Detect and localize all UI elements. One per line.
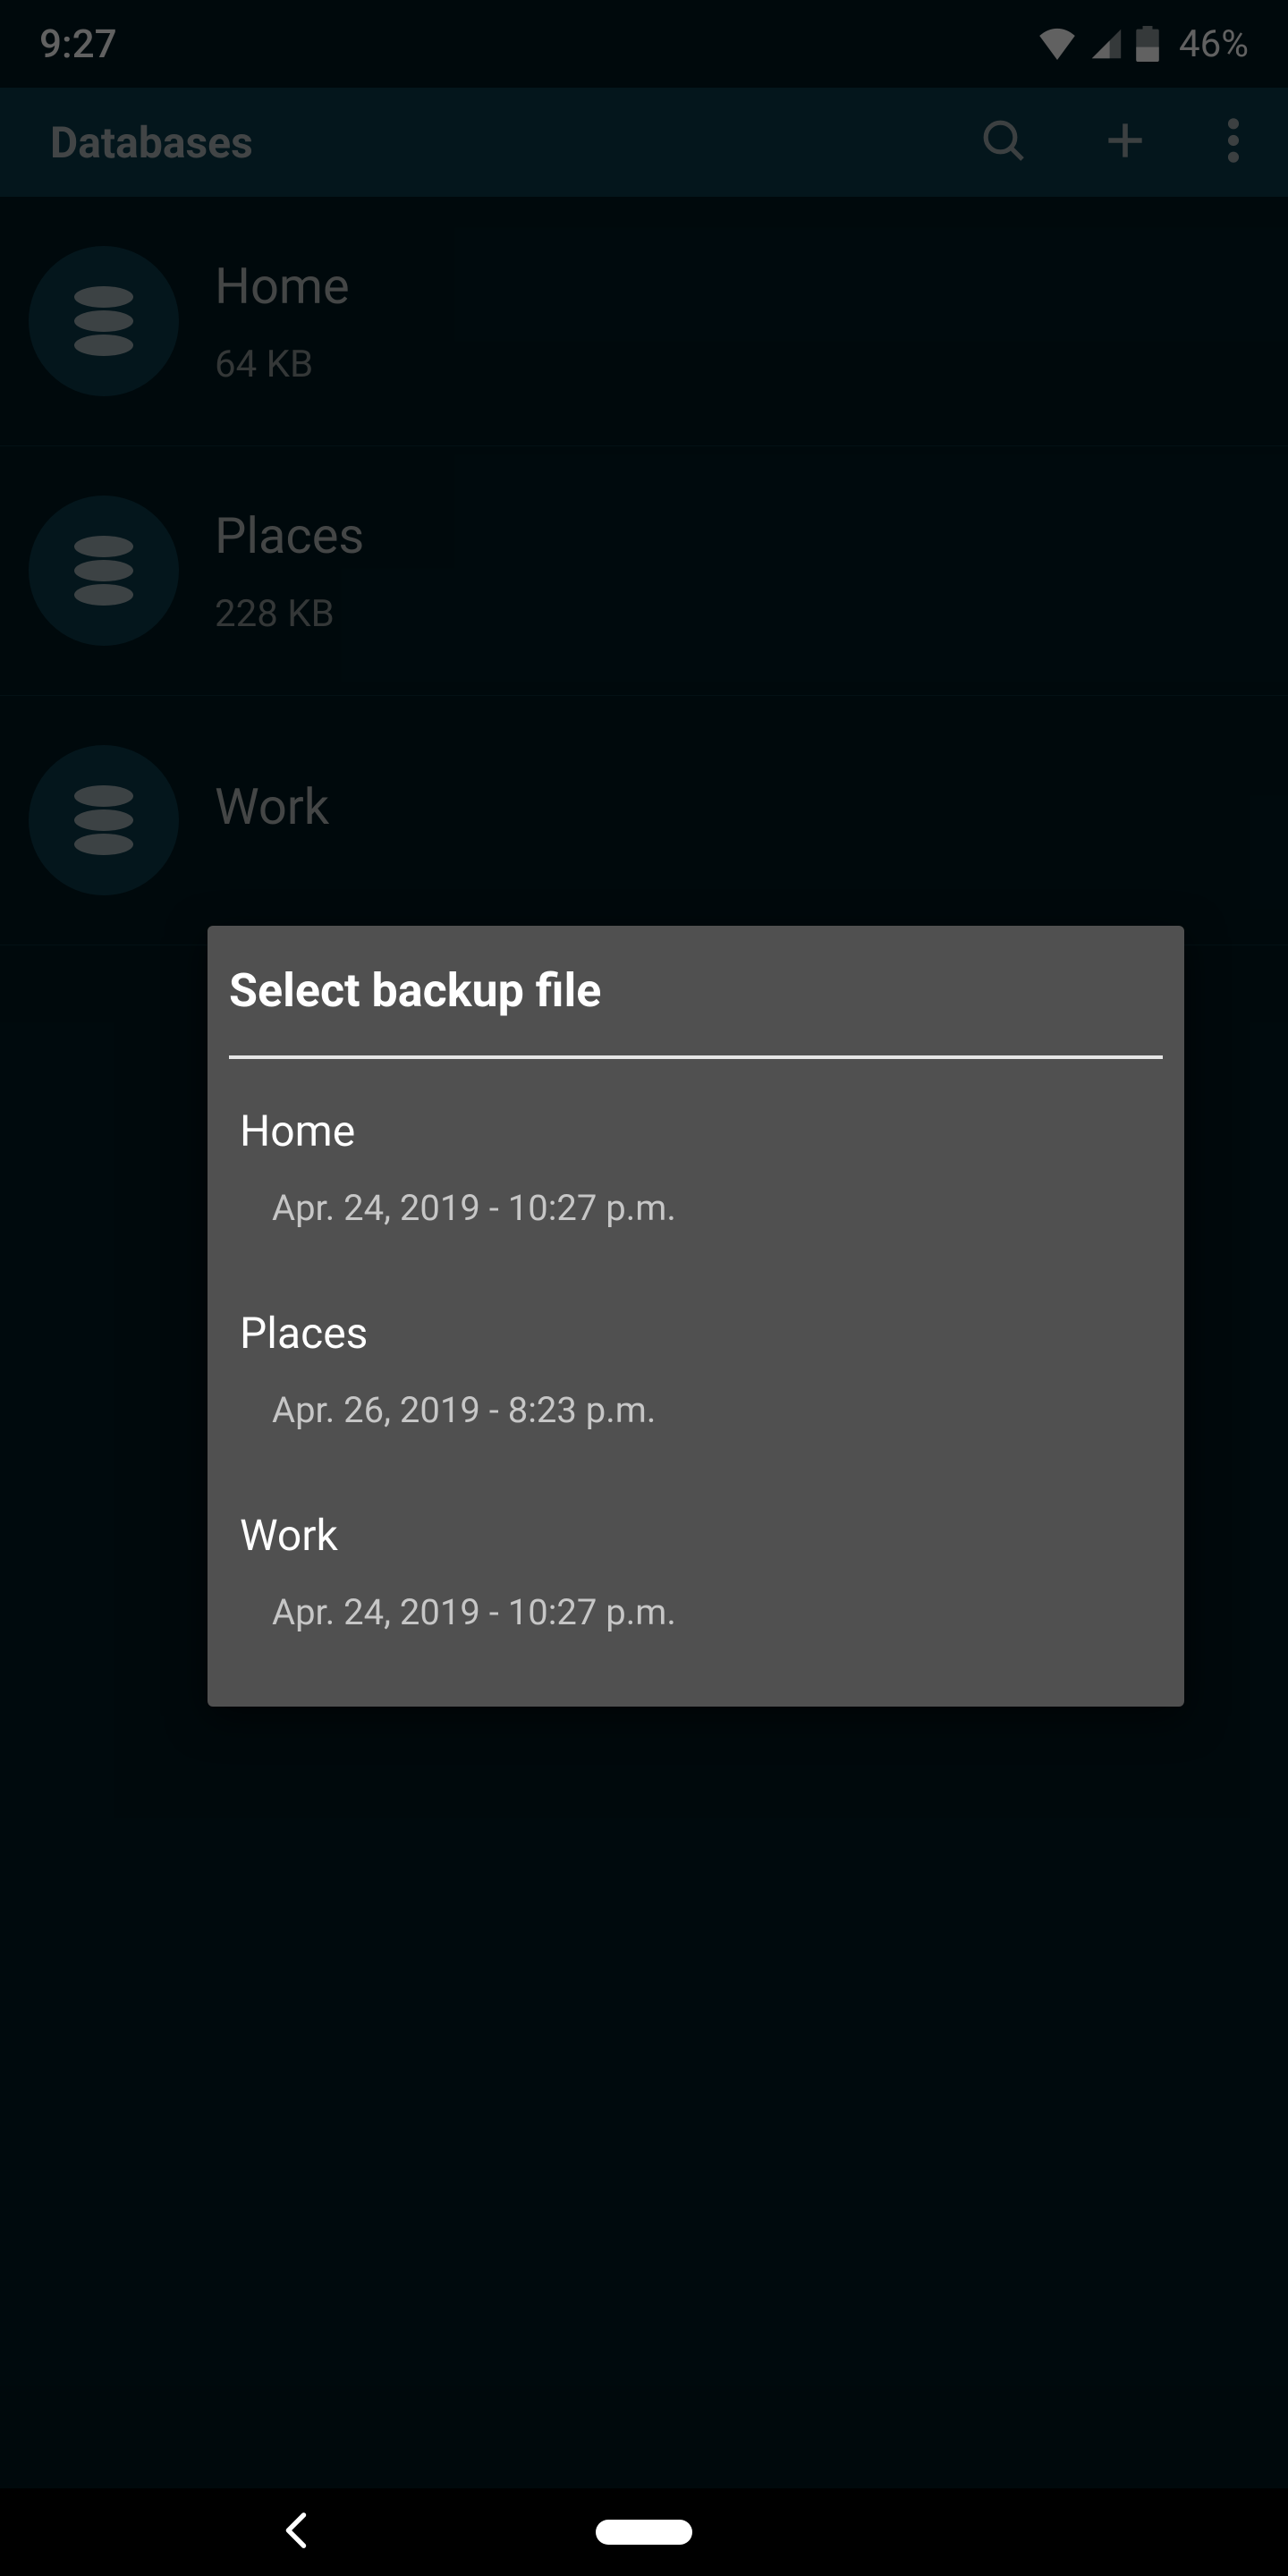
backup-file-item[interactable]: Work Apr. 24, 2019 - 10:27 p.m. [208,1470,1184,1673]
backup-timestamp: Apr. 24, 2019 - 10:27 p.m. [240,1187,1152,1229]
backup-name: Places [240,1308,1152,1359]
backup-timestamp: Apr. 24, 2019 - 10:27 p.m. [240,1591,1152,1633]
backup-file-item[interactable]: Places Apr. 26, 2019 - 8:23 p.m. [208,1268,1184,1470]
navigation-bar [0,2488,1288,2576]
backup-name: Home [240,1106,1152,1157]
backup-file-item[interactable]: Home Apr. 24, 2019 - 10:27 p.m. [208,1066,1184,1268]
select-backup-dialog: Select backup file Home Apr. 24, 2019 - … [208,926,1184,1707]
back-icon[interactable] [279,2512,311,2553]
dialog-title: Select backup file [208,926,1184,1055]
backup-timestamp: Apr. 26, 2019 - 8:23 p.m. [240,1389,1152,1431]
divider [229,1055,1163,1059]
backup-name: Work [240,1510,1152,1561]
home-pill[interactable] [596,2520,692,2545]
